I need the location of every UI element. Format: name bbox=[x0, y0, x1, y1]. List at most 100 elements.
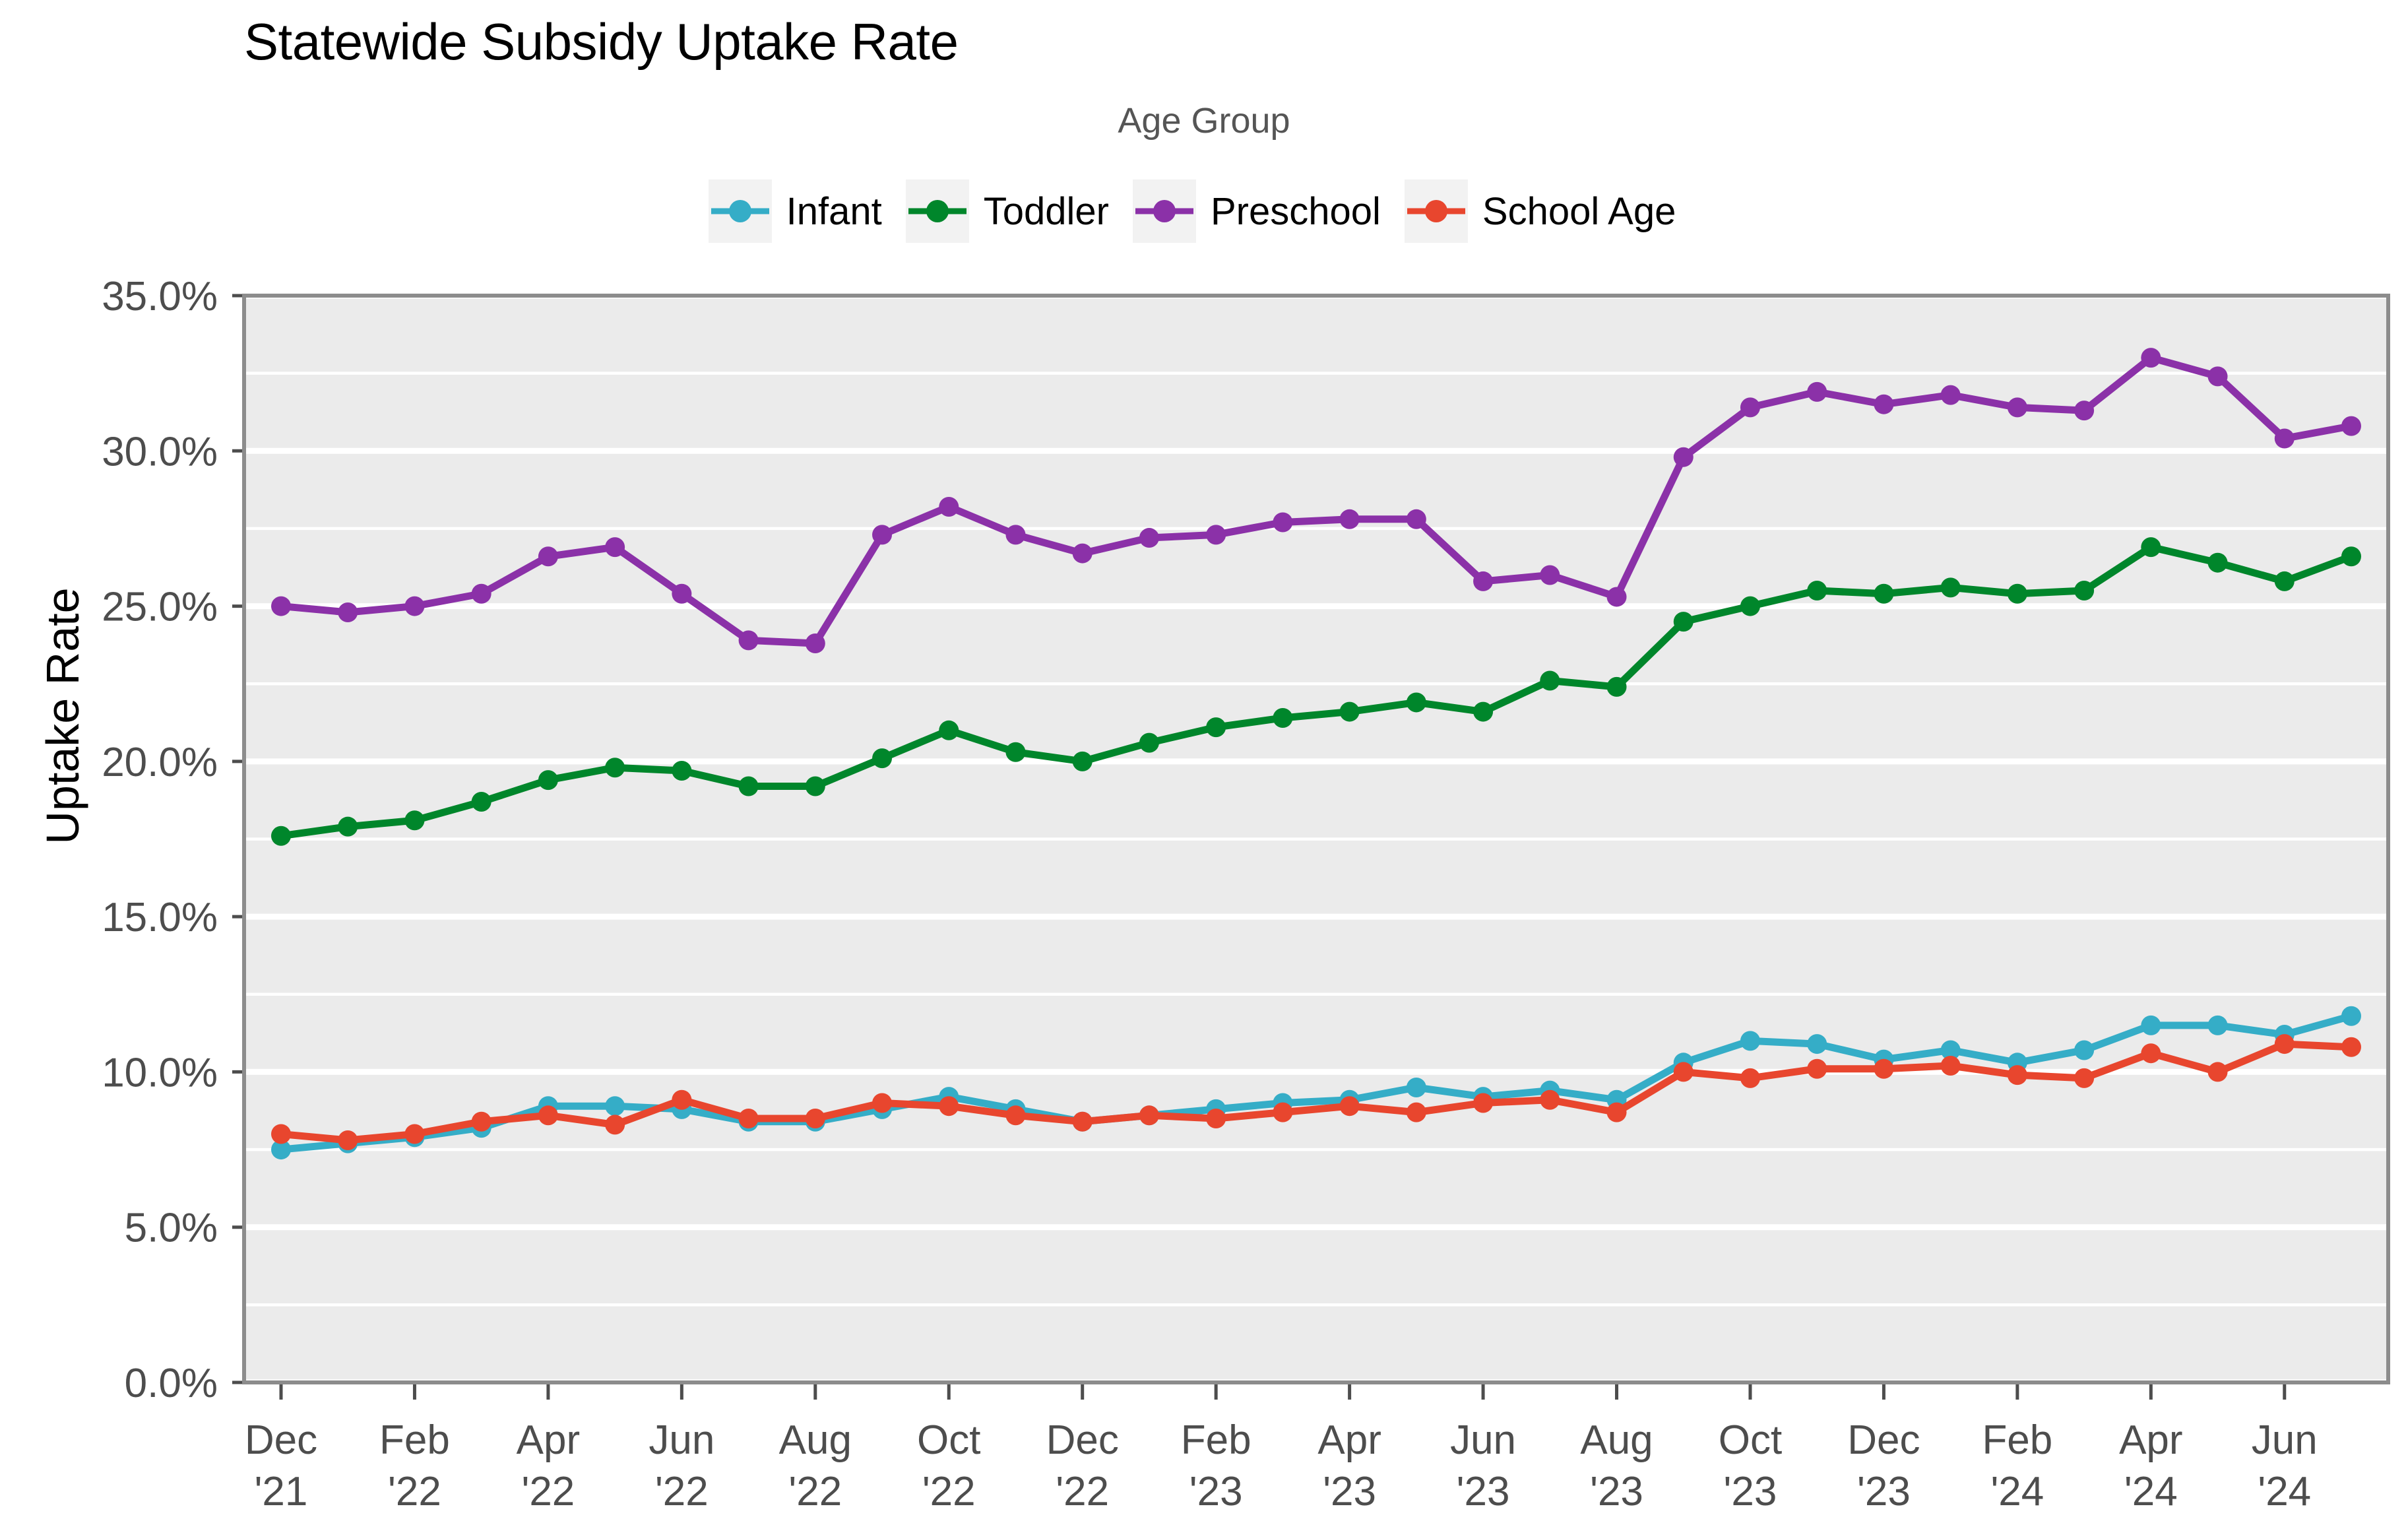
data-point bbox=[1673, 612, 1694, 632]
x-tick-label-month: Dec bbox=[1046, 1417, 1119, 1463]
data-point bbox=[2074, 1040, 2095, 1060]
data-point bbox=[2207, 552, 2228, 573]
data-point bbox=[805, 1109, 825, 1129]
x-tick-label-month: Apr bbox=[2119, 1417, 2182, 1463]
data-point bbox=[2074, 581, 2095, 601]
x-tick-label-year: '22 bbox=[388, 1469, 441, 1514]
data-point bbox=[605, 1115, 625, 1135]
data-point bbox=[605, 758, 625, 778]
data-point bbox=[1940, 385, 1961, 405]
y-tick-label: 15.0% bbox=[102, 895, 218, 940]
data-point bbox=[404, 1124, 425, 1144]
data-point bbox=[1273, 512, 1293, 533]
data-point bbox=[1807, 381, 1827, 402]
data-point bbox=[1807, 1058, 1827, 1079]
x-tick-label-year: '23 bbox=[1457, 1469, 1510, 1514]
data-point bbox=[1005, 1105, 1026, 1126]
x-tick-label-month: Jun bbox=[1450, 1417, 1516, 1463]
x-tick-label-month: Oct bbox=[917, 1417, 980, 1463]
data-point bbox=[1273, 707, 1293, 728]
data-point bbox=[1339, 701, 1360, 722]
data-point bbox=[271, 1124, 291, 1144]
x-tick-label-month: Jun bbox=[2252, 1417, 2318, 1463]
data-point bbox=[2274, 428, 2295, 449]
data-point bbox=[1139, 732, 1159, 753]
data-point bbox=[2207, 366, 2228, 387]
data-point bbox=[605, 1096, 625, 1117]
data-point bbox=[1406, 1102, 1426, 1122]
data-point bbox=[872, 748, 893, 769]
data-point bbox=[2207, 1062, 2228, 1082]
data-point bbox=[872, 525, 893, 545]
data-point bbox=[2074, 401, 2095, 421]
data-point bbox=[1807, 581, 1827, 601]
x-tick-label-year: '22 bbox=[788, 1469, 842, 1514]
data-point bbox=[1473, 571, 1494, 591]
data-point bbox=[1339, 509, 1360, 529]
data-point bbox=[605, 537, 625, 558]
data-point bbox=[738, 630, 759, 651]
data-point bbox=[2341, 546, 2361, 567]
data-point bbox=[1406, 1077, 1426, 1097]
x-tick-label-year: '21 bbox=[255, 1469, 308, 1514]
data-point bbox=[1807, 1034, 1827, 1054]
data-point bbox=[1005, 742, 1026, 762]
data-point bbox=[1540, 1089, 1560, 1110]
x-tick-label-year: '23 bbox=[1724, 1469, 1777, 1514]
x-tick-label-month: Dec bbox=[245, 1417, 317, 1463]
data-point bbox=[1740, 596, 1760, 616]
data-point bbox=[2207, 1015, 2228, 1035]
data-point bbox=[1673, 447, 1694, 467]
x-tick-label-year: '22 bbox=[1056, 1469, 1109, 1514]
data-point bbox=[738, 776, 759, 796]
data-point bbox=[939, 496, 959, 517]
y-tick-label: 35.0% bbox=[102, 274, 218, 319]
data-point bbox=[338, 602, 358, 622]
data-point bbox=[1740, 1068, 1760, 1088]
data-point bbox=[2274, 1034, 2295, 1054]
data-point bbox=[271, 596, 291, 616]
data-point bbox=[805, 776, 825, 796]
x-tick-label-year: '23 bbox=[1857, 1469, 1911, 1514]
data-point bbox=[471, 1111, 491, 1132]
data-point bbox=[1874, 1058, 1894, 1079]
data-point bbox=[1139, 528, 1159, 548]
data-point bbox=[2341, 1006, 2361, 1026]
x-tick-label-year: '24 bbox=[2258, 1469, 2311, 1514]
data-point bbox=[404, 596, 425, 616]
data-point bbox=[1740, 397, 1760, 418]
data-point bbox=[1473, 701, 1494, 722]
data-point bbox=[2341, 1037, 2361, 1057]
data-point bbox=[2007, 397, 2027, 418]
data-point bbox=[2074, 1068, 2095, 1088]
x-tick-label-year: '24 bbox=[1990, 1469, 2044, 1514]
data-point bbox=[1005, 525, 1026, 545]
data-point bbox=[2274, 571, 2295, 591]
data-point bbox=[1339, 1096, 1360, 1117]
y-tick-label: 10.0% bbox=[102, 1050, 218, 1095]
y-tick-label: 25.0% bbox=[102, 585, 218, 630]
data-point bbox=[939, 1096, 959, 1117]
data-point bbox=[672, 760, 692, 781]
data-point bbox=[1606, 1102, 1627, 1122]
data-point bbox=[1473, 1093, 1494, 1113]
data-point bbox=[2141, 1043, 2161, 1064]
data-point bbox=[2007, 1065, 2027, 1086]
x-tick-label-year: '23 bbox=[1189, 1469, 1243, 1514]
data-point bbox=[738, 1109, 759, 1129]
x-tick-label-month: Apr bbox=[517, 1417, 580, 1463]
data-point bbox=[1406, 509, 1426, 529]
data-point bbox=[2141, 348, 2161, 368]
data-point bbox=[1206, 717, 1226, 738]
x-tick-label-month: Feb bbox=[1181, 1417, 1252, 1463]
data-point bbox=[471, 792, 491, 812]
x-tick-label-year: '23 bbox=[1590, 1469, 1643, 1514]
y-tick-label: 30.0% bbox=[102, 429, 218, 474]
data-point bbox=[1406, 692, 1426, 713]
data-point bbox=[672, 1089, 692, 1110]
x-tick-label-month: Jun bbox=[649, 1417, 714, 1463]
data-point bbox=[805, 633, 825, 654]
data-point bbox=[538, 1105, 558, 1126]
data-point bbox=[1940, 577, 1961, 598]
data-point bbox=[1273, 1102, 1293, 1122]
